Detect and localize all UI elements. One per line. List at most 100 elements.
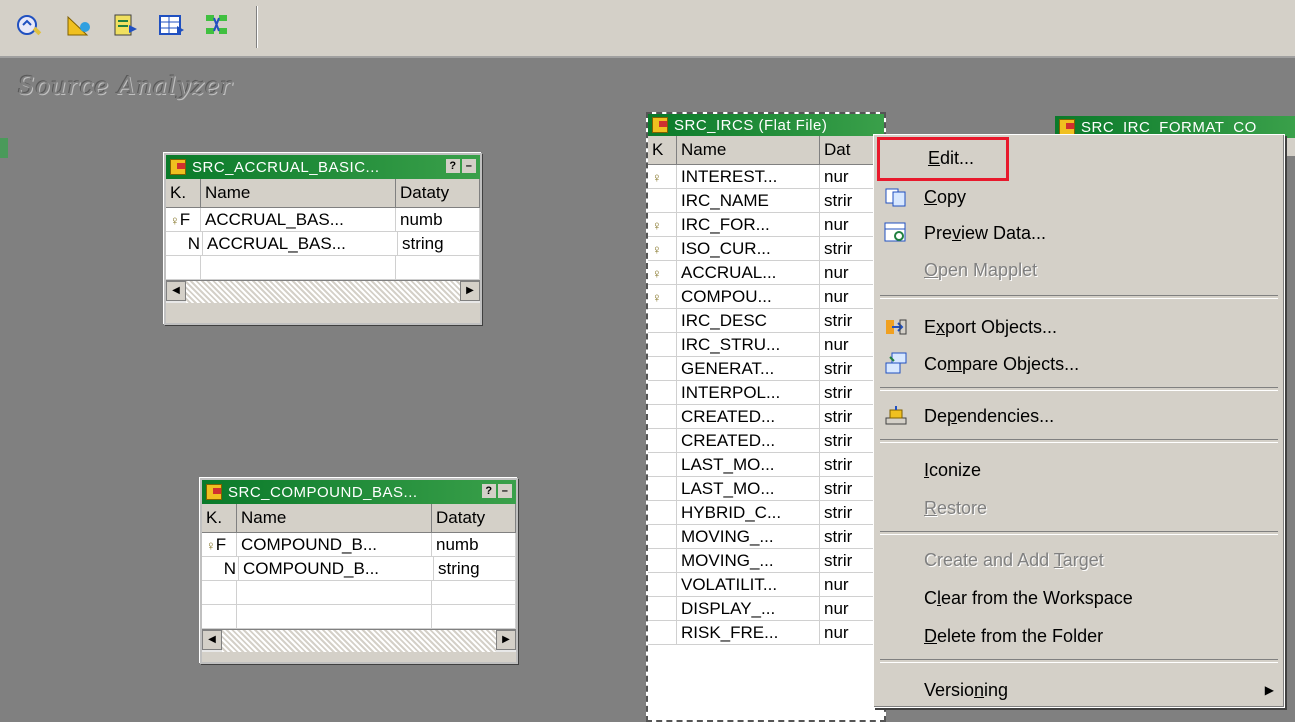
- transformation-developer-icon[interactable]: [110, 10, 140, 40]
- table-title-bar[interactable]: SRC_IRCS (Flat File): [648, 114, 884, 136]
- dependencies-icon: [884, 404, 908, 428]
- menu-item-iconize[interactable]: Iconize: [874, 453, 1286, 487]
- mapping-designer-icon[interactable]: [202, 10, 232, 40]
- help-icon[interactable]: ?: [482, 484, 496, 498]
- menu-item-versioning[interactable]: Versioning ▶: [874, 673, 1286, 707]
- toolbar-separator: [256, 6, 258, 48]
- workspace-title: Source Analyzer: [18, 72, 233, 100]
- column-header-name[interactable]: Name: [237, 504, 432, 532]
- menu-item-copy[interactable]: Copy: [874, 180, 1286, 214]
- highlight-box: [877, 137, 1009, 181]
- menu-item-label: Versioning: [924, 679, 1009, 700]
- menu-separator: [880, 531, 1278, 535]
- table-row-empty: [202, 581, 516, 605]
- preview-data-icon: [884, 221, 908, 245]
- column-header-name[interactable]: Name: [677, 136, 820, 164]
- table-src-compound[interactable]: SRC_COMPOUND_BAS... ? – K. Name Dataty ♀F…: [200, 478, 518, 664]
- column-header-key[interactable]: K.: [202, 504, 237, 532]
- key-icon: ♀: [652, 242, 662, 257]
- table-title: SRC_IRCS (Flat File): [674, 116, 828, 134]
- table-row[interactable]: ♀ INTEREST... nur: [648, 165, 884, 189]
- table-row[interactable]: CREATED... strir: [648, 429, 884, 453]
- table-row[interactable]: MOVING_... strir: [648, 525, 884, 549]
- export-objects-icon: [884, 315, 908, 339]
- table-row[interactable]: HYBRID_C... strir: [648, 501, 884, 525]
- horizontal-scrollbar[interactable]: ◀ ▶: [166, 280, 480, 303]
- table-row[interactable]: CREATED... strir: [648, 405, 884, 429]
- column-header-datatype[interactable]: Dataty: [396, 179, 480, 207]
- table-row[interactable]: RISK_FRE... nur: [648, 621, 884, 645]
- submenu-arrow-icon: ▶: [1264, 683, 1274, 697]
- table-title-bar[interactable]: SRC_COMPOUND_BAS... ? –: [202, 480, 516, 504]
- table-row[interactable]: IRC_DESC strir: [648, 309, 884, 333]
- table-row[interactable]: VOLATILIT... nur: [648, 573, 884, 597]
- table-row[interactable]: ♀ COMPOU... nur: [648, 285, 884, 309]
- source-table-icon: [652, 117, 668, 133]
- table-src-accrual[interactable]: SRC_ACCRUAL_BASIC... ? – K. Name Dataty ♀…: [164, 153, 482, 325]
- column-header-key[interactable]: K: [648, 136, 677, 164]
- menu-item-restore[interactable]: Restore: [874, 491, 1286, 525]
- scroll-left-icon[interactable]: ◀: [202, 630, 222, 650]
- menu-item-clear-workspace[interactable]: Clear from the Workspace: [874, 581, 1286, 615]
- minimize-icon[interactable]: –: [498, 484, 512, 498]
- table-row[interactable]: INTERPOL... strir: [648, 381, 884, 405]
- menu-separator: [880, 659, 1278, 663]
- key-icon: ♀: [652, 290, 662, 305]
- horizontal-scrollbar[interactable]: ◀ ▶: [202, 629, 516, 652]
- mapplet-designer-icon[interactable]: [156, 10, 186, 40]
- scroll-right-icon[interactable]: ▶: [460, 281, 480, 301]
- menu-item-label: Dependencies...: [924, 405, 1055, 426]
- help-icon[interactable]: ?: [446, 159, 460, 173]
- toolbar: [0, 0, 1295, 58]
- table-title: SRC_ACCRUAL_BASIC...: [192, 158, 380, 176]
- table-src-ircs[interactable]: SRC_IRCS (Flat File) K Name Dat ♀ INTERES…: [646, 112, 886, 722]
- table-row[interactable]: MOVING_... strir: [648, 549, 884, 573]
- table-row[interactable]: LAST_MO... strir: [648, 453, 884, 477]
- table-row[interactable]: IRC_STRU... nur: [648, 333, 884, 357]
- workspace-accent: [0, 138, 8, 158]
- menu-item-open-mapplet[interactable]: Open Mapplet: [874, 253, 1286, 287]
- table-row[interactable]: GENERAT... strir: [648, 357, 884, 381]
- compare-objects-icon: [884, 352, 908, 376]
- key-icon: ♀: [652, 170, 662, 185]
- table-row-empty: [202, 605, 516, 629]
- menu-item-compare-objects[interactable]: Compare Objects...: [874, 347, 1286, 381]
- menu-item-export-objects[interactable]: Export Objects...: [874, 310, 1286, 344]
- menu-item-create-add-target[interactable]: Create and Add Target: [874, 543, 1286, 577]
- menu-item-label: Open Mapplet: [924, 259, 1038, 280]
- copy-icon: [884, 185, 908, 209]
- menu-separator: [880, 295, 1278, 299]
- table-title-bar[interactable]: SRC_ACCRUAL_BASIC... ? –: [166, 155, 480, 179]
- menu-item-label: Clear from the Workspace: [924, 587, 1133, 608]
- source-analyzer-icon[interactable]: [14, 10, 44, 40]
- column-header-datatype[interactable]: Dataty: [432, 504, 516, 532]
- column-header-name[interactable]: Name: [201, 179, 396, 207]
- table-row[interactable]: IRC_NAME strir: [648, 189, 884, 213]
- scroll-right-icon[interactable]: ▶: [496, 630, 516, 650]
- scroll-left-icon[interactable]: ◀: [166, 281, 186, 301]
- table-row[interactable]: ♀ ACCRUAL... nur: [648, 261, 884, 285]
- table-row[interactable]: ♀ IRC_FOR... nur: [648, 213, 884, 237]
- table-row-empty: [166, 256, 480, 280]
- menu-item-delete-folder[interactable]: Delete from the Folder: [874, 619, 1286, 653]
- table-row[interactable]: ♀F ACCRUAL_BAS... numb: [166, 208, 480, 232]
- menu-item-label: Delete from the Folder: [924, 625, 1104, 646]
- menu-item-preview-data[interactable]: Preview Data...: [874, 216, 1286, 250]
- key-icon: ♀: [652, 266, 662, 281]
- table-row[interactable]: N COMPOUND_B... string: [202, 557, 516, 581]
- source-table-icon: [170, 159, 186, 175]
- table-row[interactable]: N ACCRUAL_BAS... string: [166, 232, 480, 256]
- minimize-icon[interactable]: –: [462, 159, 476, 173]
- table-row[interactable]: ♀ ISO_CUR... strir: [648, 237, 884, 261]
- table-grid: K. Name Dataty ♀F COMPOUND_B... numb N C…: [202, 504, 516, 652]
- target-designer-icon[interactable]: [64, 10, 94, 40]
- menu-item-label: Preview Data...: [924, 222, 1047, 243]
- menu-item-label: Export Objects...: [924, 316, 1058, 337]
- table-row[interactable]: LAST_MO... strir: [648, 477, 884, 501]
- menu-item-label: Restore: [924, 497, 988, 518]
- table-row[interactable]: ♀F COMPOUND_B... numb: [202, 533, 516, 557]
- key-icon: ♀: [206, 538, 216, 553]
- menu-item-dependencies[interactable]: Dependencies...: [874, 399, 1286, 433]
- column-header-key[interactable]: K.: [166, 179, 201, 207]
- table-row[interactable]: DISPLAY_... nur: [648, 597, 884, 621]
